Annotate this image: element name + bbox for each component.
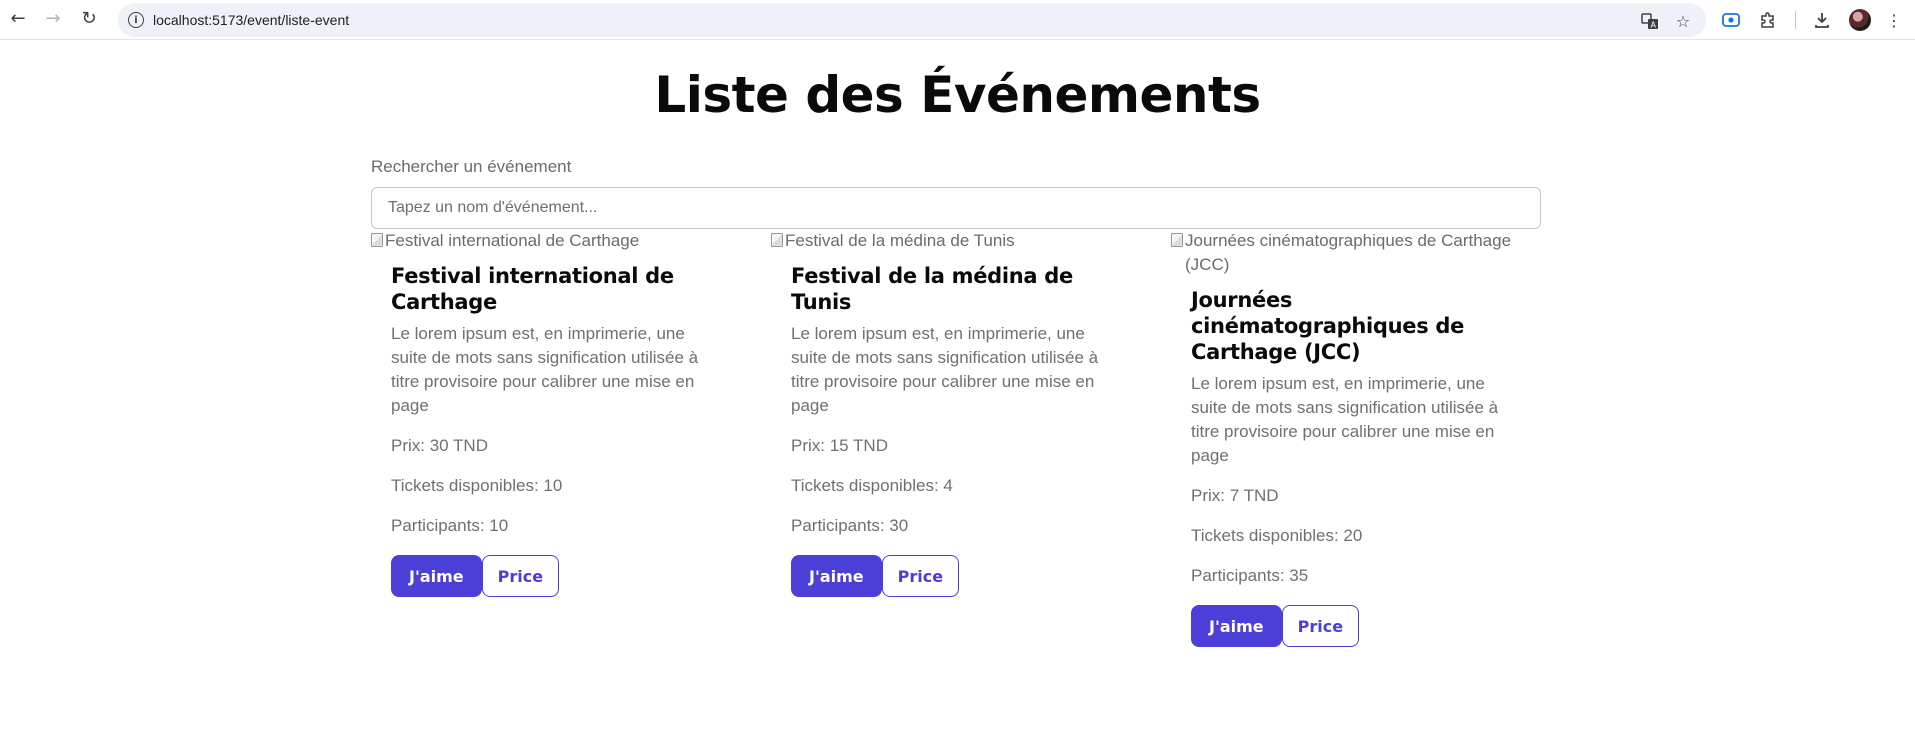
event-card: Festival international de Carthage Festi… [371,229,741,597]
event-description: Le lorem ipsum est, en imprimerie, une s… [391,324,699,415]
event-participants: Participants: 30 [791,516,909,535]
event-participants: Participants: 35 [1191,566,1309,585]
reload-icon[interactable]: ↻ [78,8,100,30]
event-actions: J'aime Price [791,555,1121,597]
event-image-alt: Festival de la médina de Tunis [785,231,1015,250]
event-participants: Participants: 10 [391,516,509,535]
avatar[interactable] [1849,9,1871,31]
event-price: Prix: 30 TND [391,436,488,455]
broken-image-icon [1171,233,1183,247]
toolbar-divider [1795,11,1796,29]
arrow-right-icon[interactable]: → [42,8,64,30]
event-image: Festival international de Carthage [371,229,741,253]
price-button[interactable]: Price [481,555,560,597]
broken-image-icon [771,233,783,247]
event-tickets: Tickets disponibles: 10 [391,476,563,495]
event-image: Festival de la médina de Tunis [771,229,1141,253]
event-actions: J'aime Price [391,555,721,597]
address-bar[interactable]: i localhost:5173/event/liste-event A ☆ [118,3,1706,37]
event-tickets: Tickets disponibles: 20 [1191,526,1363,545]
url-text[interactable]: localhost:5173/event/liste-event [153,12,349,28]
arrow-left-icon[interactable]: ← [7,8,29,30]
event-actions: J'aime Price [1191,605,1521,647]
like-button[interactable]: J'aime [391,555,482,597]
kebab-menu-icon[interactable]: ⋮ [1883,9,1905,31]
event-price: Prix: 7 TND [1191,486,1279,505]
event-tickets: Tickets disponibles: 4 [791,476,953,495]
event-card: Journées cinématographiques de Carthage … [1171,229,1541,647]
page-title: Liste des Événements [654,66,1261,124]
puzzle-icon[interactable] [1757,9,1779,31]
search-label: Rechercher un événement [371,157,572,176]
svg-text:A: A [1651,21,1657,30]
price-button[interactable]: Price [881,555,960,597]
event-card: Festival de la médina de Tunis Festival … [771,229,1141,597]
event-image: Journées cinématographiques de Carthage … [1171,229,1541,277]
event-title: Festival de la médina de Tunis [791,264,1073,314]
screen-capture-icon[interactable] [1720,9,1742,31]
browser-toolbar: ← → ↻ i localhost:5173/event/liste-event… [0,0,1915,40]
search-input[interactable] [371,187,1541,229]
like-button[interactable]: J'aime [791,555,882,597]
event-image-alt: Festival international de Carthage [385,231,640,250]
broken-image-icon [371,233,383,247]
download-icon[interactable] [1811,9,1833,31]
event-description: Le lorem ipsum est, en imprimerie, une s… [791,324,1099,415]
star-icon[interactable]: ☆ [1673,11,1693,31]
event-description: Le lorem ipsum est, en imprimerie, une s… [1191,374,1499,465]
event-image-alt: Journées cinématographiques de Carthage … [1185,231,1512,274]
like-button[interactable]: J'aime [1191,605,1282,647]
event-price: Prix: 15 TND [791,436,888,455]
translate-icon[interactable]: A [1640,11,1660,31]
event-title: Festival international de Carthage [391,264,674,314]
price-button[interactable]: Price [1281,605,1360,647]
info-icon[interactable]: i [128,12,144,28]
event-title: Journées cinématographiques de Carthage … [1191,288,1465,364]
